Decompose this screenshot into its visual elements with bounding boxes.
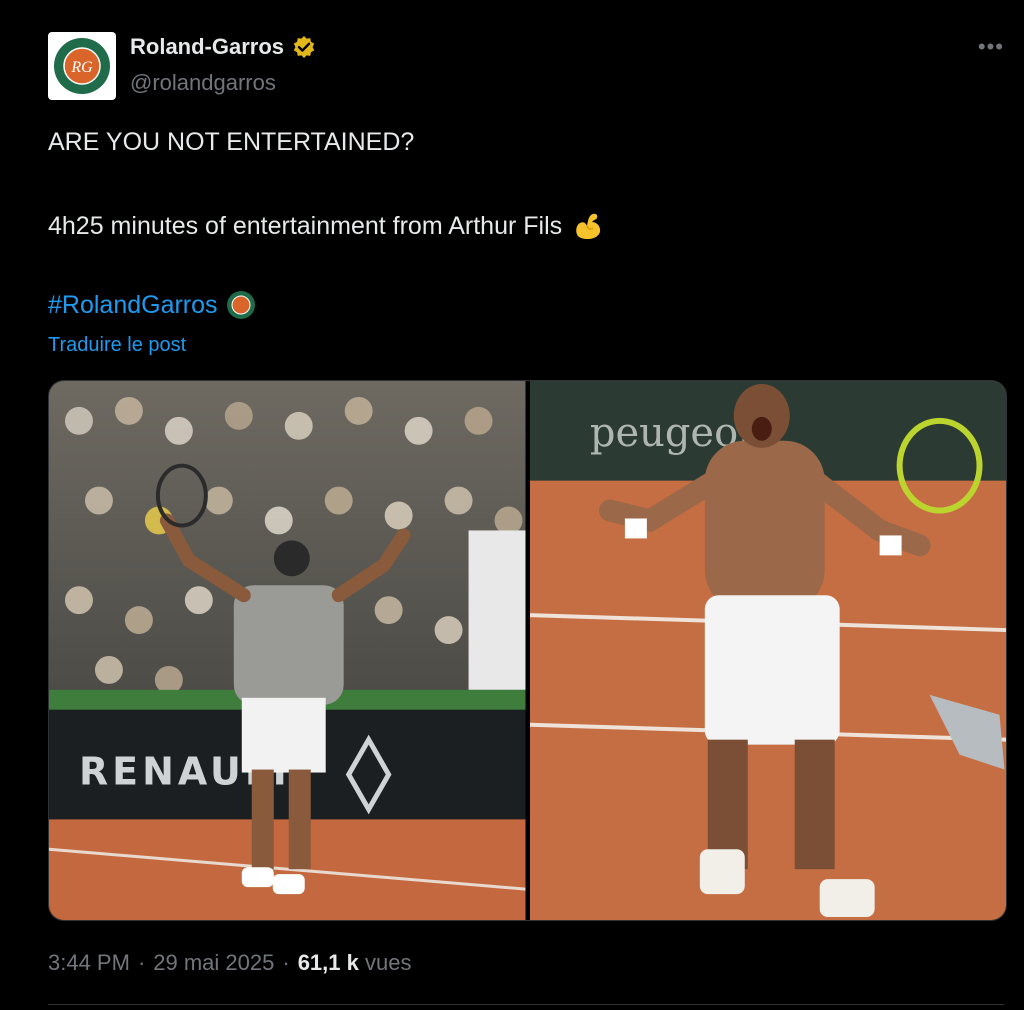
views-label: vues (364, 950, 412, 975)
post-text-line1: ARE YOU NOT ENTERTAINED? (48, 128, 415, 156)
post-text-line2: 4h25 minutes of entertainment from Arthu… (48, 210, 604, 242)
separator: · (282, 950, 290, 975)
translate-post-link[interactable]: Traduire le post (48, 334, 186, 357)
post-time[interactable]: 3:44 PM (48, 950, 130, 976)
roland-garros-hashflag-icon (226, 291, 255, 319)
separator: · (137, 950, 146, 975)
post-date[interactable]: 29 mai 2025 (153, 950, 274, 976)
author-name-row[interactable]: Roland-Garros (130, 34, 316, 60)
divider (48, 1004, 1004, 1005)
photo-1-image: RENAULT (49, 381, 526, 920)
flexed-biceps-icon (576, 213, 601, 239)
author-name[interactable]: Roland-Garros (130, 34, 284, 60)
roland-garros-logo: RG (54, 38, 110, 94)
verified-badge-icon (293, 36, 315, 58)
hashtag-link[interactable]: #RolandGarros (48, 290, 256, 320)
hashtag-text[interactable]: #RolandGarros (48, 291, 218, 320)
post-text-line2-text: 4h25 minutes of entertainment from Arthu… (48, 211, 563, 240)
more-options-icon[interactable]: ••• (978, 34, 1004, 60)
author-handle[interactable]: @rolandgarros (130, 70, 276, 96)
avatar[interactable]: RG (48, 32, 116, 100)
svg-text:RG: RG (70, 59, 93, 76)
media-grid: RENAULT peugeot (48, 380, 1007, 921)
post: RG Roland-Garros @rolandgarros ••• ARE Y… (0, 0, 1024, 1010)
views-count: 61,1 k (297, 950, 359, 975)
post-metadata: 3:44 PM · 29 mai 2025 · 61,1 k vues (48, 950, 411, 976)
photo-2-image: peugeot (529, 381, 1006, 920)
photo-1[interactable]: RENAULT (49, 381, 526, 920)
photo-2[interactable]: peugeot (529, 381, 1006, 920)
